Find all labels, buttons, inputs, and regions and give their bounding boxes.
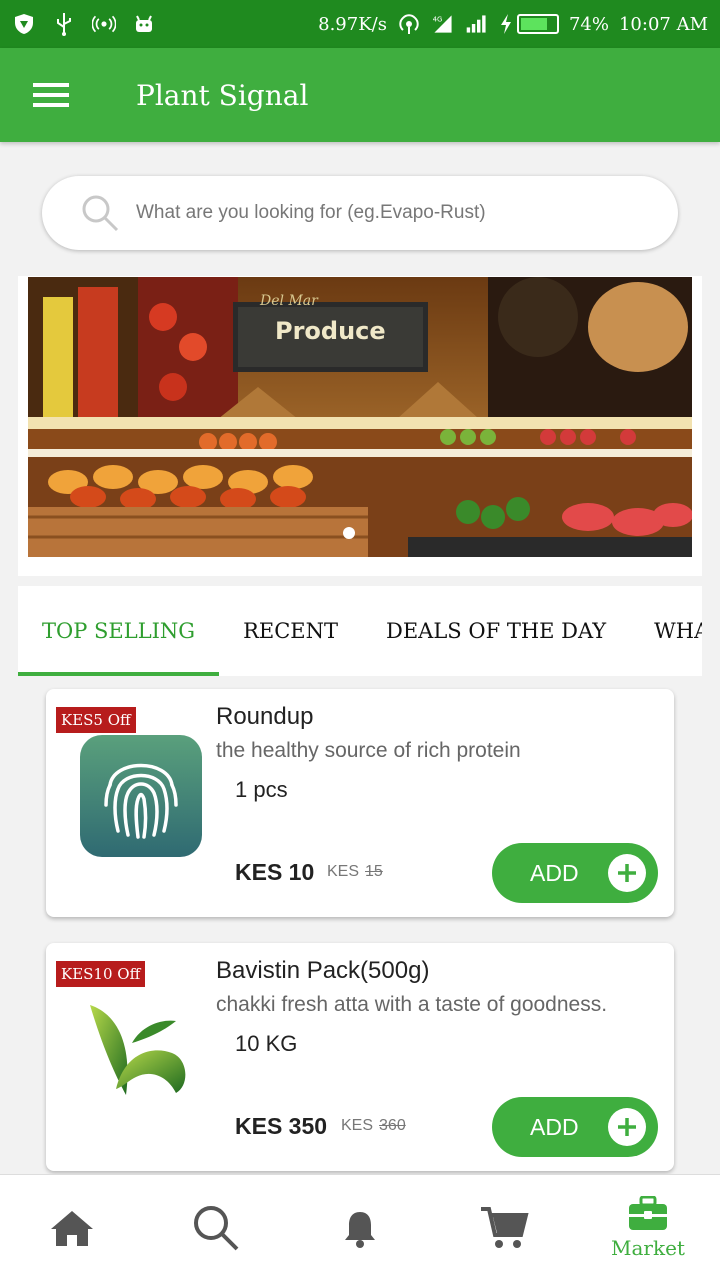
plus-icon: [608, 854, 646, 892]
nav-market-label: Market: [611, 1235, 685, 1260]
search-placeholder[interactable]: What are you looking for (eg.Evapo-Rust): [136, 202, 486, 224]
battery-indicator: [499, 13, 559, 35]
search-icon: [78, 191, 122, 235]
product-card[interactable]: KES10 Off Bavistin Pack(500g) chakki fre…: [46, 943, 674, 1171]
original-price-value: 15: [365, 863, 383, 880]
nav-search[interactable]: [144, 1175, 288, 1280]
hotspot-icon: [92, 12, 116, 36]
product-name[interactable]: Bavistin Pack(500g): [216, 957, 429, 985]
nav-cart[interactable]: [432, 1175, 576, 1280]
app-bar: Plant Signal: [0, 48, 720, 142]
cart-icon: [481, 1206, 529, 1248]
clock: 10:07 AM: [618, 13, 708, 35]
search-bar[interactable]: What are you looking for (eg.Evapo-Rust): [42, 176, 678, 250]
shield-icon: [12, 12, 36, 36]
product-list[interactable]: KES5 Off Roundup the healthy source of r…: [34, 676, 686, 1176]
product-image: [80, 989, 202, 1111]
original-price-currency: KES: [327, 863, 360, 880]
tab-recent[interactable]: RECENT: [219, 586, 362, 676]
svg-text:4G: 4G: [433, 15, 443, 23]
bell-icon: [345, 1211, 375, 1248]
product-image: [80, 735, 202, 857]
banner-sign-subtext: Del Mar: [259, 293, 319, 309]
leaf-logo-icon: [90, 1005, 186, 1095]
add-to-cart-button[interactable]: ADD: [492, 1097, 658, 1157]
category-tabs: TOP SELLING RECENT DEALS OF THE DAY WHAT…: [18, 586, 702, 676]
banner-sign-text: Produce: [275, 317, 386, 345]
discount-badge: KES5 Off: [56, 707, 136, 733]
product-quantity: 1 pcs: [235, 777, 288, 802]
tab-deals-of-the-day[interactable]: DEALS OF THE DAY: [362, 586, 630, 676]
android-icon: [132, 12, 156, 36]
signal-icon: [465, 12, 489, 36]
product-name[interactable]: Roundup: [216, 703, 313, 731]
battery-percent: 74%: [568, 13, 609, 35]
hamburger-icon: [33, 83, 69, 107]
tab-top-selling[interactable]: TOP SELLING: [18, 586, 220, 676]
add-button-label: ADD: [530, 1113, 579, 1140]
wifi-calling-icon: [397, 12, 421, 36]
add-to-cart-button[interactable]: ADD: [492, 843, 658, 903]
promo-banner[interactable]: Del Mar Produce: [18, 276, 702, 576]
nav-notifications[interactable]: [288, 1175, 432, 1280]
discount-badge: KES10 Off: [56, 961, 146, 987]
product-card[interactable]: KES5 Off Roundup the healthy source of r…: [46, 689, 674, 917]
network-speed: 8.97K/s: [318, 13, 387, 35]
original-price: KES 360: [341, 1117, 406, 1135]
app-title: Plant Signal: [136, 78, 309, 112]
signal-4g-icon: 4G: [431, 12, 455, 36]
banner-image: Del Mar Produce: [28, 277, 692, 557]
search-icon: [194, 1205, 239, 1250]
nav-home[interactable]: [0, 1175, 144, 1280]
product-price: KES 350: [235, 1113, 328, 1139]
original-price-value: 360: [379, 1117, 406, 1134]
add-button-label: ADD: [530, 859, 579, 886]
fingerprint-icon: [80, 735, 202, 857]
menu-button[interactable]: [0, 48, 104, 142]
original-price: KES 15: [327, 863, 383, 881]
tab-whats-new[interactable]: WHAT'S: [630, 586, 702, 676]
product-quantity: 10 KG: [235, 1031, 298, 1056]
original-price-currency: KES: [341, 1117, 374, 1134]
briefcase-icon: [629, 1195, 667, 1230]
product-description: the healthy source of rich protein: [216, 739, 521, 762]
product-description: chakki fresh atta with a taste of goodne…: [216, 993, 608, 1016]
status-bar: 8.97K/s 4G 74% 10:07 AM: [0, 0, 720, 48]
bottom-navigation: Market: [0, 1174, 720, 1280]
usb-icon: [52, 12, 76, 36]
nav-market[interactable]: Market: [576, 1175, 720, 1280]
carousel-indicator[interactable]: [343, 527, 355, 539]
home-icon: [51, 1210, 93, 1246]
plus-icon: [608, 1108, 646, 1146]
product-price: KES 10: [235, 859, 315, 885]
battery-icon: [516, 14, 559, 34]
charging-icon: [500, 14, 511, 34]
